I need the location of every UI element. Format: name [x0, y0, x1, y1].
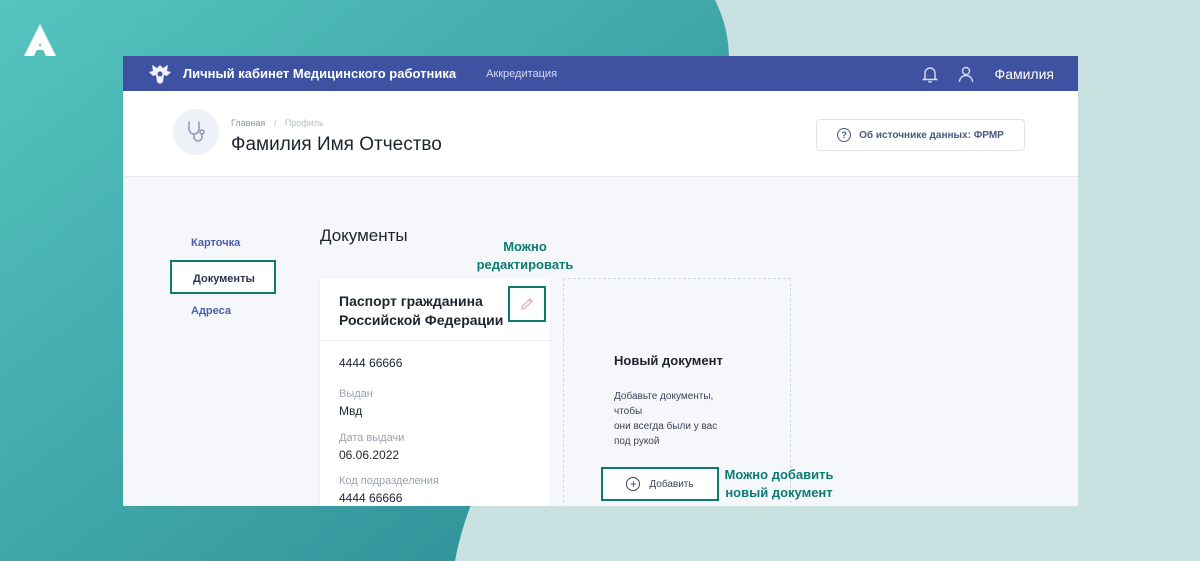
state-emblem-icon — [149, 64, 171, 84]
field-label-issue-date: Дата выдачи — [339, 432, 405, 444]
edit-document-button[interactable] — [508, 286, 546, 322]
callout-add-line1: Можно добавить — [724, 467, 834, 482]
topbar-actions: Фамилия — [921, 65, 1054, 83]
stethoscope-icon — [188, 121, 205, 142]
page-title: Фамилия Имя Отчество — [231, 134, 442, 155]
sidebar-item-card[interactable]: Карточка — [170, 226, 280, 260]
breadcrumb-current: Профиль — [284, 118, 324, 128]
sidebar-item-addresses[interactable]: Адреса — [170, 294, 280, 328]
user-name[interactable]: Фамилия — [995, 66, 1054, 82]
breadcrumb-home[interactable]: Главная — [231, 118, 265, 128]
avatar — [173, 109, 219, 155]
add-document-label: Добавить — [649, 478, 694, 490]
brand-logo-icon — [24, 24, 56, 56]
top-navigation-bar: Личный кабинет Медицинского работника Ак… — [123, 56, 1078, 91]
document-number: 4444 66666 — [339, 356, 403, 370]
data-source-label: Об источнике данных: ФРМР — [859, 129, 1004, 141]
add-document-button[interactable]: + Добавить — [601, 467, 719, 501]
callout-edit-line1: Можно — [503, 239, 547, 254]
field-label-division-code: Код подразделения — [339, 475, 439, 487]
question-icon: ? — [837, 128, 852, 142]
pencil-icon — [521, 297, 534, 310]
card-divider — [320, 340, 550, 341]
callout-edit-line2: редактировать — [476, 257, 574, 272]
plus-circle-icon: + — [626, 477, 641, 491]
field-value-issue-date: 06.06.2022 — [339, 448, 400, 462]
app-title: Личный кабинет Медицинского работника — [183, 66, 457, 81]
app-window: Личный кабинет Медицинского работника Ак… — [123, 56, 1078, 506]
field-value-issued-by: Мвд — [339, 404, 363, 418]
user-icon[interactable] — [957, 65, 975, 83]
new-document-description: Добавьте документы, чтобы они всегда был… — [614, 391, 718, 447]
new-document-title: Новый документ — [614, 353, 723, 368]
field-value-division-code: 4444 66666 — [339, 491, 403, 505]
profile-header: Главная / Профиль Фамилия Имя Отчество ?… — [123, 91, 1078, 177]
document-card-passport[interactable]: Паспорт гражданина Российской Федерации … — [320, 278, 550, 506]
bell-icon[interactable] — [921, 65, 939, 83]
sidebar-item-documents[interactable]: Документы — [170, 260, 276, 294]
sidebar: Карточка Документы Адреса — [170, 226, 280, 328]
data-source-button[interactable]: ? Об источнике данных: ФРМР — [816, 119, 1025, 151]
callout-add-line2: новый документ — [725, 485, 833, 500]
nav-link-accreditation[interactable]: Аккредитация — [486, 68, 557, 80]
breadcrumb-separator: / — [273, 118, 277, 128]
breadcrumb: Главная / Профиль — [231, 118, 324, 128]
callout-edit: Можно редактировать — [465, 238, 585, 274]
callout-add: Можно добавить новый документ — [710, 466, 848, 502]
section-title: Документы — [320, 226, 408, 245]
document-title: Паспорт гражданина Российской Федерации — [339, 293, 504, 328]
field-label-issued-by: Выдан — [339, 388, 373, 400]
